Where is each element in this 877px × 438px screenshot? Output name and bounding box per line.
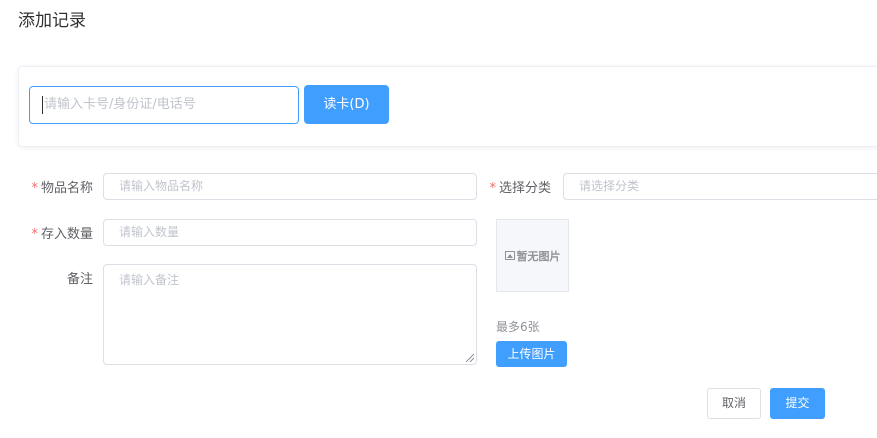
quantity-label: * 存入数量	[31, 227, 93, 242]
no-image-text: 暂无图片	[516, 249, 561, 263]
max-images-note: 最多6张	[496, 320, 540, 334]
card-number-input[interactable]: 请输入卡号/身份证/电话号	[29, 86, 299, 124]
submit-button[interactable]: 提交	[770, 388, 825, 419]
text-caret	[42, 96, 43, 114]
card-reader-panel: 请输入卡号/身份证/电话号 读卡(D)	[18, 66, 877, 147]
required-mark: *	[31, 227, 38, 242]
resize-handle[interactable]	[466, 354, 474, 362]
item-name-input[interactable]: 请输入物品名称	[103, 173, 477, 200]
required-mark: *	[489, 181, 496, 196]
category-select[interactable]: 请选择分类	[563, 173, 877, 200]
remark-label: 备注	[66, 272, 93, 287]
remark-textarea[interactable]: 请输入备注	[103, 264, 477, 365]
card-number-placeholder: 请输入卡号/身份证/电话号	[44, 97, 196, 112]
page-title: 添加记录	[18, 11, 86, 31]
read-card-button[interactable]: 读卡(D)	[304, 85, 389, 124]
image-preview: 暂无图片	[496, 219, 569, 292]
category-label: * 选择分类	[489, 181, 551, 196]
cancel-button[interactable]: 取消	[707, 388, 761, 419]
quantity-input[interactable]: 请输入数量	[103, 219, 477, 246]
item-name-label: * 物品名称	[31, 181, 93, 196]
upload-image-button[interactable]: 上传图片	[496, 341, 567, 367]
required-mark: *	[31, 181, 38, 196]
picture-icon	[504, 251, 515, 260]
